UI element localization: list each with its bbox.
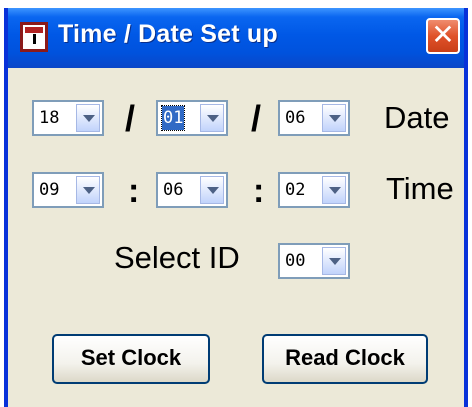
time-label: Time: [386, 171, 454, 206]
month-select[interactable]: 01: [156, 100, 228, 136]
time-date-setup-window: Time / Date Set up ✕ 18 / 01 / 06 Date 0…: [4, 8, 468, 407]
date-separator: /: [125, 98, 136, 139]
second-select[interactable]: 02: [278, 172, 350, 208]
dialog-body: 18 / 01 / 06 Date 09 : 06 : 02 Time Sele…: [8, 68, 464, 407]
set-clock-button[interactable]: Set Clock: [52, 334, 210, 384]
chevron-down-icon[interactable]: [322, 176, 346, 204]
minute-select[interactable]: 06: [156, 172, 228, 208]
clock-app-icon[interactable]: [20, 22, 48, 52]
id-value: 00: [285, 251, 306, 271]
second-value: 02: [285, 180, 306, 200]
select-id-label: Select ID: [114, 240, 240, 275]
chevron-down-icon[interactable]: [200, 104, 224, 132]
time-separator: :: [253, 172, 265, 210]
read-clock-button[interactable]: Read Clock: [262, 334, 428, 384]
year-value: 06: [285, 108, 306, 128]
id-select[interactable]: 00: [278, 243, 350, 279]
date-label: Date: [384, 100, 450, 135]
hour-value: 09: [39, 180, 60, 200]
title-bar[interactable]: Time / Date Set up ✕: [8, 8, 464, 68]
chevron-down-icon[interactable]: [200, 176, 224, 204]
hour-select[interactable]: 09: [32, 172, 104, 208]
chevron-down-icon[interactable]: [76, 176, 100, 204]
chevron-down-icon[interactable]: [322, 247, 346, 275]
window-title: Time / Date Set up: [58, 20, 278, 48]
year-select[interactable]: 06: [278, 100, 350, 136]
minute-value: 06: [163, 180, 184, 200]
close-button[interactable]: ✕: [426, 18, 460, 54]
date-separator: /: [251, 98, 262, 139]
day-select[interactable]: 18: [32, 100, 104, 136]
time-separator: :: [128, 172, 140, 210]
chevron-down-icon[interactable]: [322, 104, 346, 132]
chevron-down-icon[interactable]: [76, 104, 100, 132]
day-value: 18: [39, 108, 60, 128]
month-value: 01: [160, 105, 186, 131]
